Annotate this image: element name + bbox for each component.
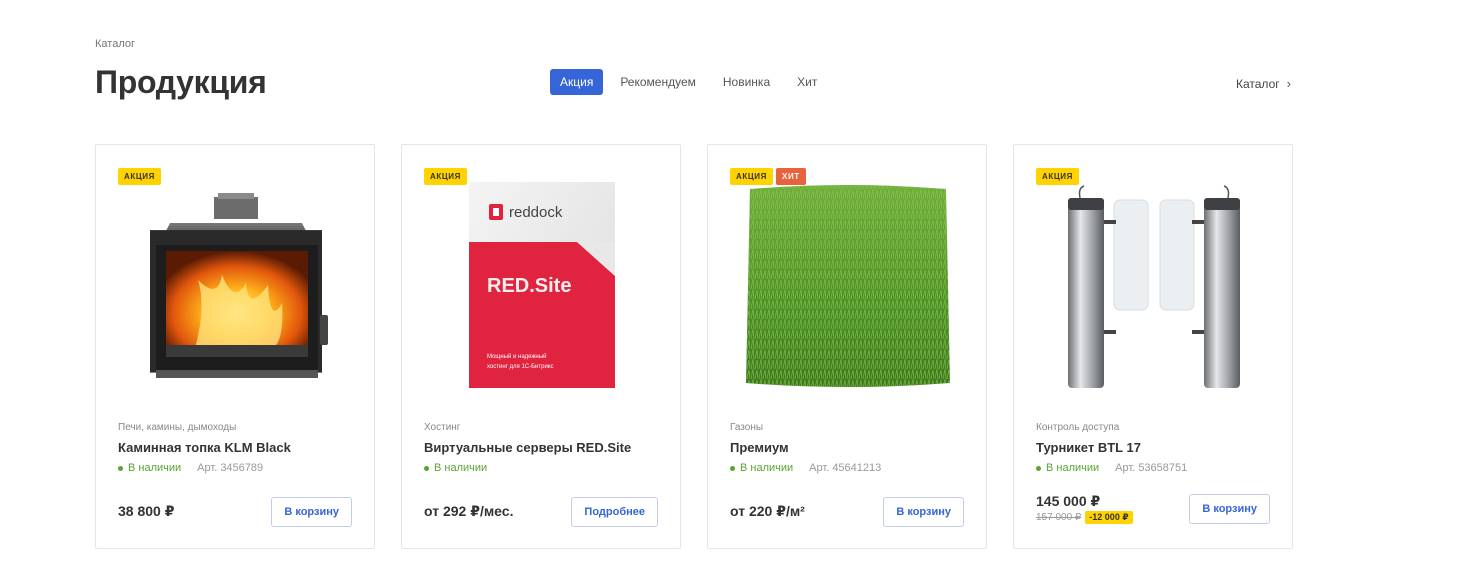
product-card[interactable]: Акция reddock RED.Site Мощный и надежный [401,144,681,549]
fireplace-image [150,193,328,378]
grass-image [746,185,950,387]
breadcrumb[interactable]: Каталог [95,38,135,50]
stock-label: В наличии [740,462,794,474]
product-article: Арт. 53658751 [1115,462,1188,474]
product-name[interactable]: Каминная топка KLM Black [118,440,291,455]
stock-dot-icon [1036,465,1041,471]
product-meta: В наличии [424,462,487,474]
details-button[interactable]: Подробнее [571,497,658,527]
tab-recommended[interactable]: Рекомендуем [610,69,706,95]
sale-badge: Акция [424,168,468,185]
product-price: от 220 ₽/м² [730,503,805,519]
discount-badge: -12 000 ₽ [1085,511,1133,524]
product-price: от 292 ₽/мес. [424,503,514,519]
product-price: 145 000 ₽ [1036,493,1101,509]
box-brand-text: reddock [509,204,563,221]
tab-sale[interactable]: Акция [550,69,604,95]
catalog-link[interactable]: Каталог › [1236,76,1291,91]
product-meta: В наличии Арт. 3456789 [118,462,263,474]
badge-group: Акция [118,168,164,185]
filter-tabs: Акция Рекомендуем Новинка Хит [550,69,834,95]
product-card[interactable]: Акция [1013,144,1293,549]
page-title: Продукция [95,64,267,100]
product-article: Арт. 45641213 [809,462,882,474]
red-site-box-image: reddock RED.Site Мощный и надежный хости… [469,182,615,388]
stock-status: В наличии [424,462,487,474]
chevron-right-icon: › [1286,76,1291,91]
product-image-red-site[interactable]: reddock RED.Site Мощный и надежный хости… [432,175,652,395]
box-desc-line2: хостинг для 1С-Битрикс [487,364,554,370]
add-to-cart-button[interactable]: В корзину [271,497,352,527]
product-name[interactable]: Виртуальные серверы RED.Site [424,440,631,455]
product-meta: В наличии Арт. 53658751 [1036,462,1187,474]
old-price-row: 157 000 ₽ -12 000 ₽ [1036,511,1133,524]
product-price: 38 800 ₽ [118,503,175,519]
product-image-turnstile[interactable] [1044,175,1264,395]
stock-dot-icon [118,465,123,471]
product-article: Арт. 3456789 [197,462,264,474]
add-to-cart-button[interactable]: В корзину [1189,494,1270,524]
stock-dot-icon [730,465,735,471]
badge-group: Акция [424,168,470,185]
product-category[interactable]: Печи, камины, дымоходы [118,422,236,433]
product-category[interactable]: Газоны [730,422,763,433]
tab-hit[interactable]: Хит [787,69,827,95]
stock-label: В наличии [434,462,488,474]
product-name[interactable]: Турникет BTL 17 [1036,440,1141,455]
product-image-fireplace[interactable] [126,175,346,395]
sale-badge: Акция [730,168,774,185]
product-meta: В наличии Арт. 45641213 [730,462,881,474]
sale-badge: Акция [118,168,162,185]
stock-label: В наличии [1046,462,1100,474]
catalog-link-label: Каталог [1236,76,1280,91]
add-to-cart-button[interactable]: В корзину [883,497,964,527]
badge-group: Акция [1036,168,1082,185]
hit-badge: Хит [776,168,806,185]
product-name[interactable]: Премиум [730,440,789,455]
stock-status: В наличии [1036,462,1099,474]
product-image-grass[interactable] [738,175,958,395]
stock-status: В наличии [118,462,181,474]
product-category[interactable]: Контроль доступа [1036,422,1119,433]
turnstile-image [1068,185,1240,388]
product-card[interactable]: Акция [95,144,375,549]
stock-dot-icon [424,465,429,471]
box-product-text: RED.Site [487,275,571,297]
product-card[interactable]: Акция Хит Газоны Премиум [707,144,987,549]
stock-label: В наличии [128,462,182,474]
old-price: 157 000 ₽ [1036,512,1082,523]
tab-new[interactable]: Новинка [713,69,780,95]
product-list: Акция [95,144,1319,549]
sale-badge: Акция [1036,168,1080,185]
stock-status: В наличии [730,462,793,474]
box-desc-line1: Мощный и надежный [487,353,546,360]
product-category[interactable]: Хостинг [424,422,460,433]
badge-group: Акция Хит [730,168,809,185]
